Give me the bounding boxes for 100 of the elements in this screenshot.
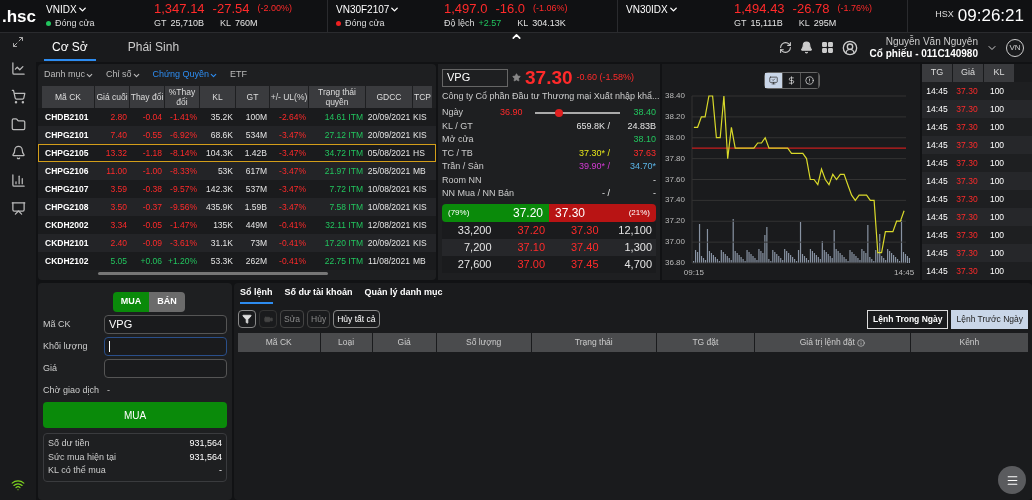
symbol-input[interactable]: VPG <box>442 68 508 87</box>
table-cell-text: 14:45 <box>925 102 949 116</box>
info-icon <box>856 338 865 347</box>
refresh-icon[interactable] <box>778 41 792 54</box>
stat-value: 38.10 <box>632 133 656 146</box>
side-toggle[interactable]: BÁN <box>149 292 185 312</box>
notification-icon[interactable] <box>10 145 26 160</box>
column-header: Số lượng <box>436 333 531 352</box>
user-icon[interactable] <box>841 39 858 56</box>
watchlist-tab[interactable]: Chứng Quyền <box>152 68 219 82</box>
index-percent: (-1.76%) <box>837 2 872 16</box>
stat-label: TC / TB <box>442 146 474 160</box>
table-cell-text: 7.58 ITM <box>328 200 364 214</box>
order-book-cell-text: 33,200 <box>456 222 493 238</box>
table-cell: 25/08/2021 <box>366 164 412 178</box>
input-field[interactable]: VPG <box>104 315 227 334</box>
grid-icon[interactable] <box>820 41 834 54</box>
menu-button[interactable] <box>998 466 1026 494</box>
table-cell-text: 17.20 ITM <box>323 236 364 250</box>
watchlist-tab[interactable]: ETF <box>230 68 248 82</box>
table-cell-text: 100 <box>988 156 1006 170</box>
order-book-cell-text: 1,300 <box>623 239 653 255</box>
input-field[interactable] <box>104 337 227 356</box>
camera-icon <box>263 314 273 324</box>
market-tab[interactable]: Phái Sinh <box>119 34 188 61</box>
summary-label: KL có thể mua <box>48 464 106 477</box>
watchlist-row[interactable]: CHPG2105 13.32 -1.18 -8.14% 104.3K 1.42B -3.47% 34.72 ITM 05/08/2021 HS <box>38 144 436 162</box>
stat-value: 34.70* <box>628 160 656 173</box>
axis-label: 09:15 <box>683 268 704 277</box>
watchlist-tab[interactable]: Chỉ số <box>106 68 141 82</box>
orders-tab[interactable]: Sổ lệnh <box>240 285 273 304</box>
alert-icon <box>805 76 814 85</box>
line-chart-icon[interactable] <box>10 61 26 76</box>
summary-value: 931,564 <box>189 450 222 464</box>
cart-icon[interactable] <box>10 89 26 104</box>
watchlist-row[interactable]: CHPG2101 7.40 -0.55 -6.92% 68.6K 534M -3.47% 27.12 ITM 20/09/2021 KIS <box>38 126 436 144</box>
table-cell-text: CHPG2106 <box>44 164 90 178</box>
stat-label: GT <box>154 16 167 30</box>
watchlist-row[interactable]: CHPG2106 11.00 -1.00 -8.33% 53K 617M -3.47% 21.97 ITM 25/08/2021 MB <box>38 162 436 180</box>
axis-label: 37.40 <box>665 195 686 205</box>
table-cell: 20/09/2021 <box>366 128 412 142</box>
filter-button[interactable] <box>238 310 256 328</box>
stat-value: - / <box>601 187 610 200</box>
order-book-cell-text: 27,600 <box>456 256 493 272</box>
expand-icon[interactable] <box>12 36 24 48</box>
field-label: Giá <box>43 361 58 375</box>
column-header: +/- UL(%) <box>270 86 308 108</box>
table-cell-text: 7.40 <box>109 128 128 142</box>
table-cell-text: KIS <box>413 128 428 142</box>
stat-value: 760M <box>235 16 258 30</box>
table-cell-text: 100 <box>988 210 1006 224</box>
watchlist-row[interactable]: CKDH2102 5.05 +0.06 +1.20% 53.3K 262M -0.41% 22.75 ITM 11/08/2021 MB <box>38 252 436 270</box>
table-cell-text: 37.30 <box>955 138 979 152</box>
table-cell-text: KIS <box>413 200 428 214</box>
watchlist-row[interactable]: CHPG2108 3.50 -0.37 -9.56% 435.9K 1.59B -3.47% 7.58 ITM 10/08/2021 KIS <box>38 198 436 216</box>
input-field[interactable] <box>104 359 227 378</box>
bar-chart-icon[interactable] <box>10 173 26 188</box>
table-cell-text: 7.72 ITM <box>328 182 364 196</box>
chart-view-button[interactable] <box>765 73 783 88</box>
buy-button[interactable]: MUA <box>43 402 227 428</box>
column-header: KL <box>200 86 235 108</box>
orders-tab[interactable]: Quản lý danh mục <box>364 285 443 304</box>
order-view-toggle[interactable]: Lệnh Trước Ngày <box>951 309 1028 329</box>
watchlist-row[interactable]: CKDH2101 2.40 -0.09 -3.61% 31.1K 73M -0.41% 17.20 ITM 20/09/2021 KIS <box>38 234 436 252</box>
orders-tab[interactable]: Số dư tài khoản <box>284 285 353 304</box>
index-value: 1,497.0 <box>444 0 488 19</box>
presentation-icon[interactable] <box>10 201 26 216</box>
field-label: Mã CK <box>43 317 72 331</box>
index-selector[interactable]: VNIDX <box>46 1 146 17</box>
table-cell-text: -3.47% <box>278 182 307 196</box>
stat-value: 15,111B <box>750 16 783 30</box>
last-price: 37.30 <box>525 68 573 87</box>
watchlist-tab[interactable]: Danh mục <box>44 68 95 82</box>
watchlist-row[interactable]: CKDH2002 3.34 -0.05 -1.47% 135K 449M -0.41% 32.11 ITM 12/08/2021 KIS <box>38 216 436 234</box>
column-header: KL <box>984 64 1014 82</box>
action-button[interactable]: Hủy tất cả <box>333 310 380 328</box>
stat-label: GT <box>734 16 747 30</box>
stat-label: KL <box>220 16 232 30</box>
notification-icon[interactable] <box>799 41 813 54</box>
table-cell-text: 100 <box>988 102 1006 116</box>
table-cell-text: 34.72 ITM <box>323 146 364 160</box>
stat-label: Ngày <box>442 105 464 119</box>
table-cell-text: -8.33% <box>169 164 198 178</box>
index-selector[interactable]: VN30IDX <box>626 1 726 17</box>
table-cell-text: 2.40 <box>109 236 128 250</box>
menu-icon <box>1005 473 1019 487</box>
market-tab[interactable]: Cơ Sở <box>44 34 96 61</box>
watchlist-row[interactable]: CHPG2107 3.59 -0.38 -9.57% 142.3K 537M -3.47% 7.72 ITM 10/08/2021 KIS <box>38 180 436 198</box>
index-value: 1,347.14 <box>154 0 205 19</box>
table-cell-text: +0.06 <box>139 254 163 268</box>
order-book-cell-text: 4,700 <box>623 256 653 272</box>
side-toggle[interactable]: MUA <box>113 292 149 312</box>
axis-label: 14:45 <box>894 268 915 277</box>
star-icon[interactable] <box>512 73 521 82</box>
watchlist-row[interactable]: CHDB2101 2.80 -0.04 -1.41% 35.2K 100M -2.64% 14.61 ITM 20/09/2021 KIS <box>38 108 436 126</box>
table-cell-text: -3.47% <box>278 128 307 142</box>
index-selector[interactable]: VN30F2107 <box>336 1 436 17</box>
order-view-toggle[interactable]: Lệnh Trong Ngày <box>867 309 949 329</box>
folder-icon[interactable] <box>10 117 26 132</box>
table-cell-text: 534M <box>244 128 268 142</box>
